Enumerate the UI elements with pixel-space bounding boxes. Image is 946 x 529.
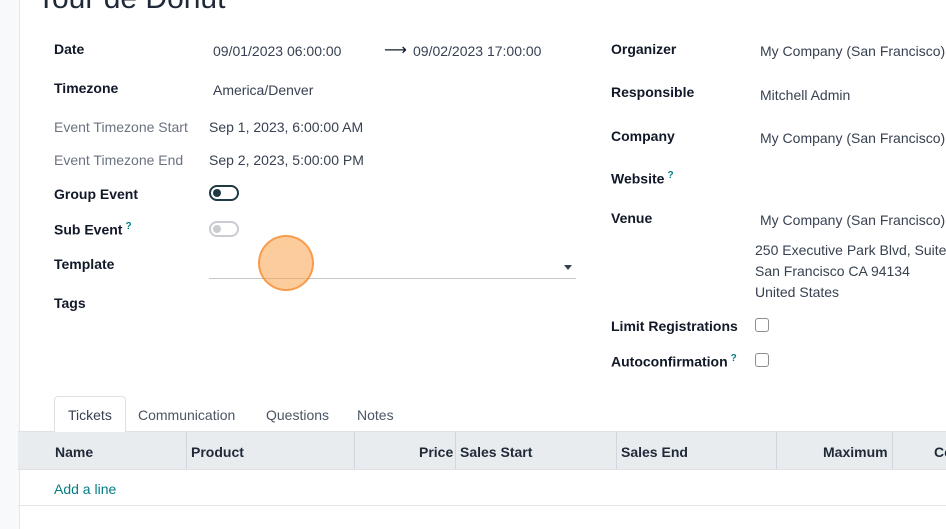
tab-questions[interactable]: Questions <box>266 407 329 423</box>
venue-address-line: 250 Executive Park Blvd, Suite <box>755 242 946 258</box>
column-header-sales-start[interactable]: Sales Start <box>460 444 532 460</box>
website-label-text: Website <box>611 170 665 187</box>
organizer-label: Organizer <box>611 41 677 57</box>
company-label: Company <box>611 128 675 144</box>
date-end-field[interactable]: 09/02/2023 17:00:00 <box>413 43 541 59</box>
tab-notes[interactable]: Notes <box>357 407 394 423</box>
venue-address-line: San Francisco CA 94134 <box>755 263 910 279</box>
timezone-label: Timezone <box>54 80 119 96</box>
autoconfirmation-checkbox[interactable] <box>755 353 769 367</box>
toggle-knob <box>213 189 221 197</box>
help-icon[interactable]: ? <box>125 221 131 232</box>
column-header-name[interactable]: Name <box>55 444 93 460</box>
group-event-label: Group Event <box>54 186 139 202</box>
group-event-toggle[interactable] <box>209 185 239 201</box>
toggle-knob <box>213 225 221 233</box>
column-separator[interactable] <box>616 432 617 469</box>
limit-registrations-label: Limit Registrations <box>611 318 738 334</box>
column-separator[interactable] <box>776 432 777 469</box>
tz-end-value: Sep 2, 2023, 5:00:00 PM <box>209 152 364 168</box>
event-title[interactable]: Tour de Donut <box>37 0 225 16</box>
template-label: Template <box>54 256 115 272</box>
date-range-arrow-icon: ⟶ <box>384 42 407 59</box>
date-start-field[interactable]: 09/01/2023 06:00:00 <box>213 43 341 59</box>
tz-start-value: Sep 1, 2023, 6:00:00 AM <box>209 119 364 135</box>
tz-end-label: Event Timezone End <box>54 152 184 168</box>
responsible-field[interactable]: Mitchell Admin <box>760 87 850 103</box>
table-row-divider <box>18 505 946 506</box>
limit-registrations-checkbox[interactable] <box>755 318 769 332</box>
column-separator[interactable] <box>892 432 893 469</box>
organizer-field[interactable]: My Company (San Francisco) <box>760 43 945 59</box>
timezone-field[interactable]: America/Denver <box>213 82 313 98</box>
column-header-price[interactable]: Price <box>419 444 453 460</box>
venue-label: Venue <box>611 210 653 226</box>
column-header-product[interactable]: Product <box>191 444 244 460</box>
tags-label: Tags <box>54 295 86 311</box>
help-icon[interactable]: ? <box>731 353 737 364</box>
responsible-label: Responsible <box>611 84 695 100</box>
tz-start-label: Event Timezone Start <box>54 119 188 135</box>
tab-tickets[interactable]: Tickets <box>54 396 126 433</box>
column-separator[interactable] <box>455 432 456 469</box>
date-label: Date <box>54 41 85 57</box>
column-separator[interactable] <box>354 432 355 469</box>
column-separator[interactable] <box>186 432 187 469</box>
autoconfirmation-label: Autoconfirmation? <box>611 353 737 370</box>
column-header-confirmed[interactable]: Co <box>934 444 946 460</box>
cursor-highlight <box>258 235 314 291</box>
website-label: Website? <box>611 170 674 187</box>
column-header-maximum[interactable]: Maximum <box>823 444 888 460</box>
chevron-down-icon[interactable] <box>564 265 572 270</box>
autoconfirmation-label-text: Autoconfirmation <box>611 353 728 370</box>
help-icon[interactable]: ? <box>667 170 673 181</box>
sub-event-label-text: Sub Event <box>54 221 123 238</box>
venue-address-line: United States <box>755 284 840 300</box>
tab-communication[interactable]: Communication <box>138 407 235 423</box>
sub-event-toggle[interactable] <box>209 221 239 237</box>
column-header-sales-end[interactable]: Sales End <box>621 444 688 460</box>
company-field[interactable]: My Company (San Francisco) <box>760 130 945 146</box>
venue-field[interactable]: My Company (San Francisco) <box>760 212 945 228</box>
tickets-table-header: Name Product Price Sales Start Sales End… <box>18 432 946 470</box>
add-a-line-link[interactable]: Add a line <box>54 481 116 497</box>
sub-event-label: Sub Event? <box>54 221 132 238</box>
